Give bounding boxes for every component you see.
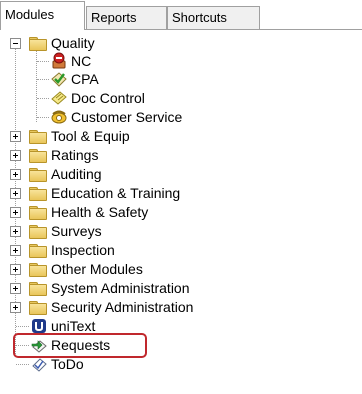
tab-modules[interactable]: Modules	[0, 1, 85, 30]
module-tree[interactable]: Quality NC CPA Doc Control Customer Serv…	[0, 30, 362, 394]
folder-icon	[29, 187, 47, 201]
expand-toggle[interactable]	[10, 302, 21, 313]
expand-toggle[interactable]	[10, 245, 21, 256]
tree-node-label: CPA	[71, 71, 99, 87]
folder-icon	[29, 225, 47, 239]
folder-icon	[29, 168, 47, 182]
tree-node-auditing[interactable]: Auditing	[0, 164, 200, 184]
tree-node-security-administration[interactable]: Security Administration	[0, 297, 250, 317]
folder-icon	[29, 130, 47, 144]
tree-node-system-administration[interactable]: System Administration	[0, 278, 240, 298]
tree-node-label: Health & Safety	[51, 204, 149, 220]
folder-icon	[29, 244, 47, 258]
expand-toggle[interactable]	[10, 207, 21, 218]
tree-node-label: Security Administration	[51, 299, 194, 315]
tree-node-label: Tool & Equip	[51, 128, 130, 144]
expand-toggle[interactable]	[10, 226, 21, 237]
tree-node-label: Doc Control	[71, 90, 145, 106]
tree-node-cpa[interactable]: CPA	[0, 69, 200, 89]
tree-node-education-training[interactable]: Education & Training	[0, 183, 220, 203]
tree-node-label: System Administration	[51, 280, 190, 296]
tree-node-label: Surveys	[51, 223, 102, 239]
nc-icon	[52, 52, 66, 69]
expand-toggle[interactable]	[10, 188, 21, 199]
folder-icon	[29, 282, 47, 296]
tree-node-health-safety[interactable]: Health & Safety	[0, 202, 200, 222]
customer-service-phone-icon	[51, 110, 67, 124]
expand-toggle[interactable]	[10, 169, 21, 180]
tree-node-doc-control[interactable]: Doc Control	[0, 88, 200, 108]
expand-toggle[interactable]	[10, 131, 21, 142]
collapse-toggle[interactable]	[10, 38, 21, 49]
tree-node-nc[interactable]: NC	[0, 51, 200, 71]
tree-node-label: Other Modules	[51, 261, 143, 277]
folder-icon	[29, 301, 47, 315]
tree-node-label: Customer Service	[71, 109, 183, 125]
expand-toggle[interactable]	[10, 264, 21, 275]
folder-icon	[29, 149, 47, 163]
tab-strip: Modules Reports Shortcuts	[0, 0, 362, 30]
requests-highlight-box	[13, 333, 147, 358]
tree-node-ratings[interactable]: Ratings	[0, 145, 200, 165]
doc-control-icon	[51, 91, 67, 105]
tree-node-label: NC	[71, 53, 92, 69]
tree-node-customer-service[interactable]: Customer Service	[0, 107, 230, 127]
cpa-checkmark-icon	[51, 72, 67, 87]
expand-toggle[interactable]	[10, 283, 21, 294]
tree-node-quality[interactable]: Quality	[0, 33, 200, 53]
expand-toggle[interactable]	[10, 150, 21, 161]
tree-node-other-modules[interactable]: Other Modules	[0, 259, 200, 279]
tab-reports[interactable]: Reports	[86, 6, 167, 30]
tree-node-label: Inspection	[51, 242, 115, 258]
tree-node-label: Education & Training	[51, 185, 181, 201]
tab-shortcuts[interactable]: Shortcuts	[167, 6, 260, 30]
tree-node-surveys[interactable]: Surveys	[0, 221, 200, 241]
folder-icon	[29, 206, 47, 220]
tree-node-label: Quality	[51, 35, 95, 51]
tree-node-label: Auditing	[51, 166, 102, 182]
folder-icon	[29, 263, 47, 277]
folder-open-icon	[29, 37, 47, 51]
tree-node-inspection[interactable]: Inspection	[0, 240, 200, 260]
tree-node-tool-equip[interactable]: Tool & Equip	[0, 126, 200, 146]
tree-node-label: Ratings	[51, 147, 99, 163]
